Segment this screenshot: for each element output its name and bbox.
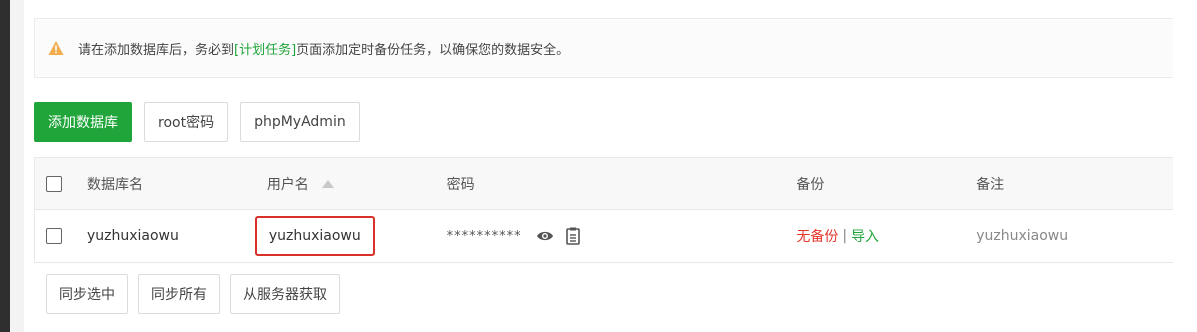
- import-link[interactable]: 导入: [851, 226, 879, 246]
- select-all-checkbox[interactable]: [46, 175, 62, 192]
- no-backup-link[interactable]: 无备份: [796, 226, 838, 246]
- sort-ascending-icon[interactable]: [321, 179, 335, 189]
- cron-task-link[interactable]: [计划任务]: [234, 39, 296, 58]
- copy-icon[interactable]: [565, 227, 580, 245]
- header-password-label: 密码: [446, 176, 475, 193]
- backup-warning-notice: 请在添加数据库后，务必到 [计划任务] 页面添加定时备份任务，以确保您的数据安全。: [34, 18, 1173, 78]
- header-checkbox-cell: [35, 158, 87, 209]
- table-row: yuzhuxiaowu yuzhuxiaowu ********** 无备份 |…: [34, 210, 1173, 263]
- sync-selected-button[interactable]: 同步选中: [46, 274, 128, 314]
- notice-text-after: 页面添加定时备份任务，以确保您的数据安全。: [296, 42, 570, 58]
- password-masked: **********: [446, 228, 522, 244]
- row-backup: 无备份 | 导入: [796, 210, 976, 262]
- page-gutter: [10, 0, 24, 332]
- row-username: yuzhuxiaowu: [254, 210, 447, 262]
- row-db-name: yuzhuxiaowu: [87, 210, 267, 262]
- header-backup: 备份: [796, 158, 976, 209]
- username-value: yuzhuxiaowu: [268, 228, 361, 244]
- notice-text-before: 请在添加数据库后，务必到: [78, 42, 235, 58]
- header-note-label: 备注: [976, 176, 1005, 193]
- phpmyadmin-button[interactable]: phpMyAdmin: [240, 102, 360, 142]
- header-password: 密码: [447, 158, 797, 209]
- fetch-from-server-button[interactable]: 从服务器获取: [230, 274, 340, 314]
- header-note: 备注: [976, 158, 1173, 209]
- header-username[interactable]: 用户名: [267, 158, 447, 209]
- sync-actions: 同步选中 同步所有 从服务器获取: [46, 274, 340, 314]
- row-checkbox-cell: [35, 210, 87, 262]
- header-db-name: 数据库名: [87, 158, 267, 209]
- note-value[interactable]: yuzhuxiaowu: [976, 228, 1068, 244]
- table-header-row: 数据库名 用户名 密码 备份 备注: [34, 157, 1173, 210]
- root-password-button[interactable]: root密码: [144, 102, 229, 142]
- row-checkbox[interactable]: [46, 228, 62, 244]
- header-backup-label: 备份: [796, 176, 825, 193]
- eye-icon[interactable]: [536, 229, 554, 243]
- header-db-name-label: 数据库名: [86, 176, 143, 193]
- left-sidebar-edge: [0, 0, 10, 332]
- database-toolbar: 添加数据库 root密码 phpMyAdmin: [34, 102, 360, 142]
- row-note: yuzhuxiaowu: [976, 210, 1173, 262]
- username-highlight-box: yuzhuxiaowu: [254, 216, 375, 256]
- db-name-value: yuzhuxiaowu: [86, 228, 179, 244]
- sync-all-button[interactable]: 同步所有: [138, 274, 220, 314]
- header-username-label: 用户名: [266, 176, 309, 193]
- backup-separator: |: [842, 228, 848, 244]
- database-table: 数据库名 用户名 密码 备份 备注 yuzhuxiaowu yuzhuxiaow…: [34, 157, 1173, 263]
- warning-triangle-icon: [48, 40, 64, 56]
- add-database-button[interactable]: 添加数据库: [34, 102, 132, 142]
- row-password: **********: [447, 210, 797, 262]
